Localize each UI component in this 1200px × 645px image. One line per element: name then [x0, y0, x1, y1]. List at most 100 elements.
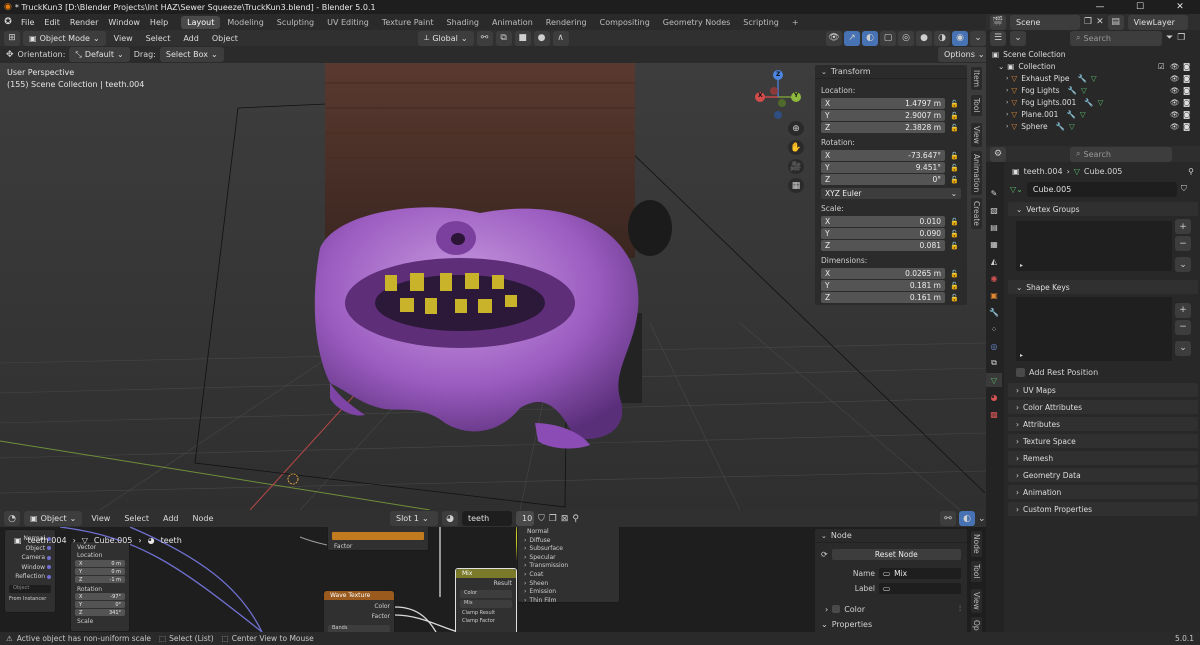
- sidebar-tab-view[interactable]: View: [971, 123, 982, 147]
- expand-icon[interactable]: ›: [1006, 75, 1008, 82]
- bsdf-input-row[interactable]: › Emission: [524, 588, 619, 597]
- editor-type-icon[interactable]: ⊞: [4, 30, 20, 46]
- rotation-z-field[interactable]: Z 0° 🔓: [821, 174, 959, 185]
- scale-z-field[interactable]: Z 0.081 🔓: [821, 240, 959, 251]
- camera-icon[interactable]: ◙: [1183, 74, 1190, 83]
- tab-compositing[interactable]: Compositing: [594, 16, 656, 29]
- expand-icon[interactable]: ⌄: [821, 620, 828, 629]
- clamp-factor-checkbox[interactable]: Clamp Factor: [456, 616, 516, 624]
- mapping-location-y-field[interactable]: Y 0 m: [75, 568, 125, 575]
- lock-icon[interactable]: 🔓: [950, 164, 959, 172]
- ortho-toggle-icon[interactable]: ▦: [788, 178, 804, 193]
- scene-tab-icon[interactable]: ◭: [986, 254, 1002, 268]
- scene-selector[interactable]: Scene: [1010, 14, 1080, 30]
- shading-options-icon[interactable]: ⌄: [970, 30, 986, 46]
- falloff-icon[interactable]: ∧: [552, 30, 569, 46]
- panel-header-color-attributes[interactable]: › Color Attributes: [1008, 400, 1198, 414]
- bsdf-input-row[interactable]: › Thin Film: [524, 597, 619, 606]
- texcoord-object-field[interactable]: Object: [9, 584, 51, 593]
- node-menu-view[interactable]: View: [86, 514, 115, 523]
- visibility-icon[interactable]: 👁: [826, 30, 842, 46]
- node-canvas[interactable]: Normal Object Camera Window Reflection O…: [0, 527, 986, 632]
- particles-tab-icon[interactable]: ⁘: [986, 322, 1002, 336]
- lock-icon[interactable]: 🔓: [950, 282, 959, 290]
- add-rest-position-checkbox[interactable]: [1016, 367, 1025, 377]
- collapse-chevron-icon[interactable]: ⌄: [821, 68, 827, 76]
- output-tab-icon[interactable]: ▤: [986, 220, 1002, 234]
- menu-window[interactable]: Window: [103, 18, 145, 27]
- mix-node[interactable]: Mix Result Color Mix Clamp Result Clamp …: [455, 568, 517, 632]
- wave-type-dropdown[interactable]: Bands: [328, 625, 390, 632]
- mapping-rotation-x-field[interactable]: X -97°: [75, 593, 125, 600]
- rendered-shading-icon[interactable]: ◉: [952, 30, 968, 46]
- menu-view[interactable]: View: [109, 34, 138, 43]
- zoom-icon[interactable]: ⊕: [788, 121, 804, 136]
- lock-icon[interactable]: 🔓: [950, 294, 959, 302]
- outliner-collection-row[interactable]: ⌄ ▣ Collection ☑ 👁 ◙: [986, 60, 1200, 72]
- wireframe-shading-icon[interactable]: ◎: [898, 30, 914, 46]
- scene-icon[interactable]: 🎬: [990, 14, 1006, 30]
- mapping-rotation-y-field[interactable]: Y 0°: [75, 601, 125, 608]
- list-resize-icon[interactable]: ▸: [1020, 262, 1023, 269]
- outliner-item[interactable]: › ▽ Sphere 🔧 ▽ 👁 ◙: [986, 120, 1200, 132]
- lock-icon[interactable]: 🔓: [950, 100, 959, 108]
- panel-header-remesh[interactable]: › Remesh: [1008, 451, 1198, 465]
- slot-dropdown[interactable]: Slot 1 ⌄: [390, 511, 438, 526]
- wave-texture-node[interactable]: Wave Texture Color Factor Bands: [323, 590, 395, 632]
- outliner-search-input[interactable]: ⌕ Search: [1070, 30, 1162, 46]
- dimension-x-field[interactable]: X 0.0265 m 🔓: [821, 268, 959, 279]
- viewlayer-icon[interactable]: ▤: [1107, 14, 1124, 30]
- outliner-item[interactable]: › ▽ Fog Lights.001 🔧 ▽ 👁 ◙: [986, 96, 1200, 108]
- dimension-z-field[interactable]: Z 0.161 m 🔓: [821, 292, 959, 303]
- pin-icon[interactable]: ⚲: [1188, 167, 1194, 176]
- properties-search-input[interactable]: ⌕ Search: [1070, 146, 1172, 162]
- pan-icon[interactable]: ✋: [788, 140, 804, 155]
- menu-select[interactable]: Select: [141, 34, 176, 43]
- tab-rendering[interactable]: Rendering: [540, 16, 593, 29]
- new-collection-icon[interactable]: ❐: [1177, 33, 1185, 43]
- scale-x-field[interactable]: X 0.010 🔓: [821, 216, 959, 227]
- tab-shading[interactable]: Shading: [440, 16, 485, 29]
- blender-menu-icon[interactable]: ✪: [0, 17, 16, 27]
- delete-icon[interactable]: ✕: [1096, 17, 1104, 27]
- sidebar-tab-item[interactable]: Item: [971, 67, 982, 91]
- eye-icon[interactable]: 👁: [1170, 86, 1180, 95]
- camera-icon[interactable]: ◙: [1183, 98, 1190, 107]
- menu-add[interactable]: Add: [178, 34, 204, 43]
- node-menu-node[interactable]: Node: [188, 514, 219, 523]
- expand-icon[interactable]: ›: [825, 605, 828, 614]
- eye-icon[interactable]: 👁: [1170, 98, 1180, 107]
- bsdf-input-row[interactable]: Normal: [524, 528, 619, 537]
- snap-node-icon[interactable]: ⚯: [940, 511, 956, 526]
- color-checkbox[interactable]: [832, 605, 841, 613]
- texture-tab-icon[interactable]: ▩: [986, 407, 1002, 421]
- camera-icon[interactable]: ◙: [1183, 110, 1190, 119]
- outliner-item[interactable]: › ▽ Exhaust Pipe 🔧 ▽ 👁 ◙: [986, 72, 1200, 84]
- panel-header-animation[interactable]: › Animation: [1008, 485, 1198, 499]
- tab-geometry-nodes[interactable]: Geometry Nodes: [657, 16, 736, 29]
- mapping-node[interactable]: Vector Location X 0 m Y 0 m Z -1 m Rotation X…: [70, 541, 130, 632]
- object-tab-icon[interactable]: ▣: [986, 288, 1002, 302]
- panel-header-uv-maps[interactable]: › UV Maps: [1008, 383, 1198, 397]
- vertex-group-list[interactable]: ▸: [1016, 220, 1172, 271]
- reset-node-button[interactable]: Reset Node: [831, 549, 961, 560]
- lock-icon[interactable]: 🔓: [950, 112, 959, 120]
- add-shape-key-button[interactable]: +: [1175, 302, 1191, 318]
- pin-icon[interactable]: ⚲: [572, 514, 579, 524]
- copy-icon[interactable]: ❐: [1084, 17, 1092, 27]
- tab-animation[interactable]: Animation: [486, 16, 539, 29]
- shape-key-menu-button[interactable]: ⌄: [1175, 340, 1191, 356]
- lock-icon[interactable]: 🔓: [950, 230, 959, 238]
- sidebar-tab-animation[interactable]: Animation: [971, 151, 982, 196]
- tab-scripting[interactable]: Scripting: [737, 16, 785, 29]
- shader-type-dropdown[interactable]: ▣ Object ⌄: [24, 511, 83, 526]
- lock-icon[interactable]: 🔓: [950, 242, 959, 250]
- breadcrumb-mesh[interactable]: Cube.005: [94, 536, 132, 545]
- xray-icon[interactable]: ▢: [880, 30, 896, 46]
- tool-tab-icon[interactable]: ✎: [986, 186, 1002, 200]
- pivot-icon[interactable]: ⚯: [476, 30, 493, 46]
- panel-header-geometry-data[interactable]: › Geometry Data: [1008, 468, 1198, 482]
- panel-header-custom-properties[interactable]: › Custom Properties: [1008, 502, 1198, 516]
- lock-icon[interactable]: 🔓: [950, 176, 959, 184]
- viewlayer-selector[interactable]: ViewLayer: [1127, 14, 1188, 30]
